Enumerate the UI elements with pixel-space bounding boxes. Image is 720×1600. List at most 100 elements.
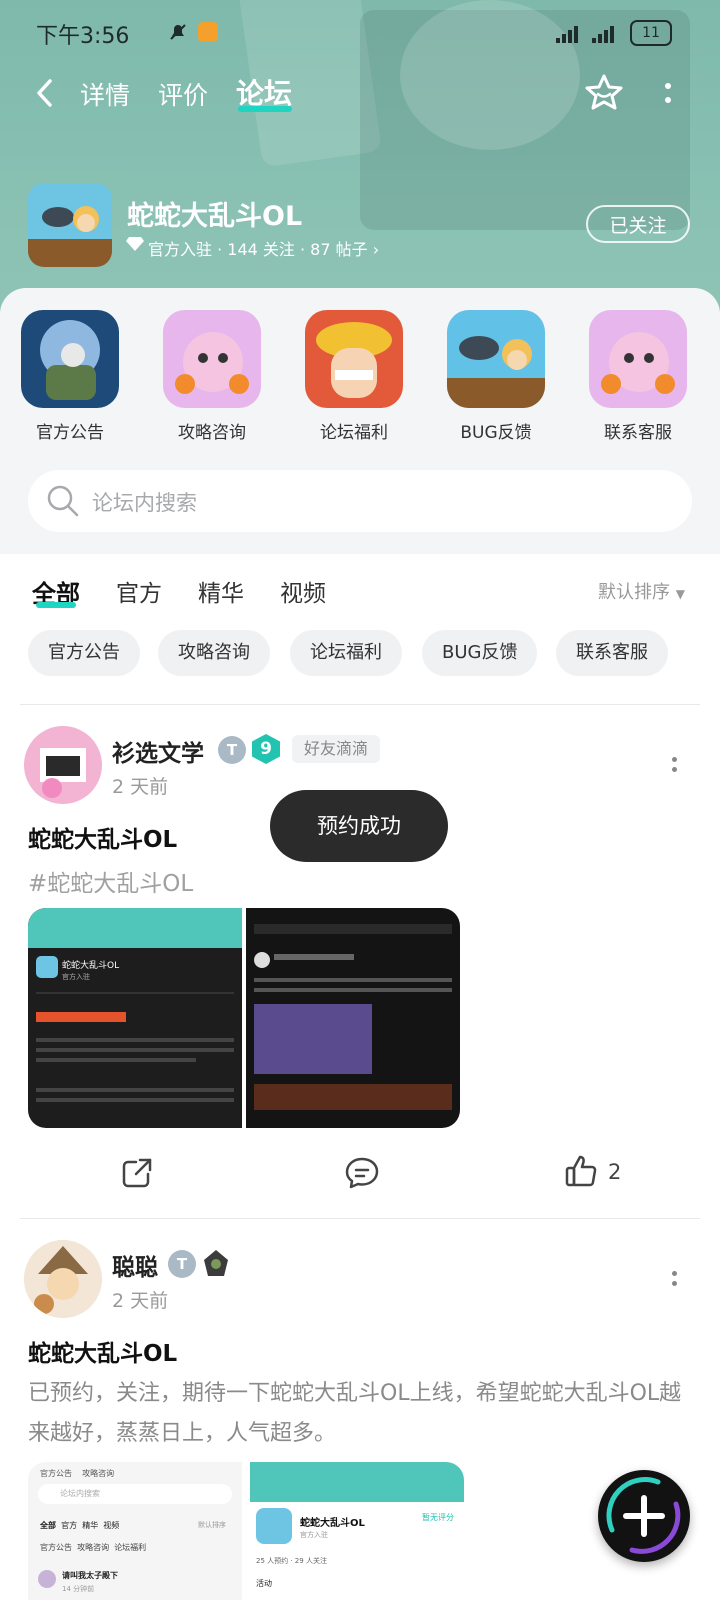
image-highlight bbox=[36, 1012, 126, 1022]
tab-details[interactable]: 详情 bbox=[80, 76, 130, 112]
search-placeholder: 论坛内搜索 bbox=[92, 491, 197, 515]
feed-tab-video[interactable]: 视频 bbox=[280, 574, 326, 608]
forum-header-banner: 下午3:56 11 详情 评价 论坛 蛇蛇大乱斗OL 官方入驻 · 144 关注… bbox=[0, 0, 720, 320]
post-time: 2 天前 bbox=[112, 1290, 169, 1312]
image-banner bbox=[28, 908, 242, 948]
category-customer-service[interactable]: 联系客服 bbox=[583, 310, 693, 443]
like-count: 2 bbox=[608, 1160, 622, 1184]
follow-button[interactable]: 已关注 bbox=[586, 205, 690, 243]
divider bbox=[20, 704, 700, 705]
post-more-icon[interactable] bbox=[672, 757, 678, 777]
image-text: 14 分钟前 bbox=[62, 1585, 95, 1593]
chip-guide[interactable]: 攻略咨询 bbox=[158, 630, 270, 676]
post-body[interactable]: 已预约，关注，期待一下蛇蛇大乱斗OL上线，希望蛇蛇大乱斗OL越来越好，蒸蒸日上，… bbox=[28, 1374, 688, 1454]
image-app-icon bbox=[256, 1508, 292, 1544]
tab-reviews[interactable]: 评价 bbox=[158, 76, 208, 112]
chevron-down-icon: ▼ bbox=[675, 587, 685, 601]
category-welfare-icon bbox=[305, 310, 403, 408]
avatar[interactable] bbox=[24, 1240, 102, 1318]
image-text: 官方入驻 bbox=[62, 973, 90, 981]
category-guide[interactable]: 攻略咨询 bbox=[157, 310, 267, 443]
forum-search-bar[interactable]: 论坛内搜索 bbox=[28, 470, 692, 532]
category-guide-icon bbox=[163, 310, 261, 408]
divider bbox=[20, 1218, 700, 1219]
share-icon[interactable] bbox=[120, 1156, 154, 1194]
mute-icon bbox=[168, 22, 188, 42]
image-avatar bbox=[38, 1570, 56, 1588]
app-icon bbox=[28, 183, 112, 267]
image-line bbox=[36, 1098, 234, 1102]
app-meta[interactable]: 官方入驻 · 144 关注 · 87 帖子 › bbox=[148, 236, 379, 260]
post-title[interactable]: 蛇蛇大乱斗OL bbox=[28, 820, 177, 854]
image-line bbox=[254, 988, 452, 992]
chip-announcement[interactable]: 官方公告 bbox=[28, 630, 140, 676]
image-screenshot bbox=[254, 1004, 372, 1074]
like-icon[interactable] bbox=[564, 1154, 598, 1192]
post-image[interactable]: 官方公告 攻略咨询 论坛内搜索 全部 官方 精华 视频 默认排序 官方公告 攻略… bbox=[28, 1462, 242, 1600]
image-line bbox=[274, 954, 354, 960]
image-line bbox=[36, 1058, 196, 1062]
post-image[interactable] bbox=[246, 908, 460, 1128]
post-image[interactable]: 蛇蛇大乱斗OL 官方入驻 暂无评分 25 人预约 · 29 人关注 活动 bbox=[250, 1462, 464, 1600]
battery-icon: 11 bbox=[630, 20, 672, 46]
chip-customer-service[interactable]: 联系客服 bbox=[556, 630, 668, 676]
feed-tab-official[interactable]: 官方 bbox=[116, 574, 162, 608]
image-line bbox=[254, 978, 452, 982]
tab-active-indicator bbox=[238, 106, 292, 112]
image-tabs bbox=[254, 924, 452, 934]
post-more-icon[interactable] bbox=[672, 1271, 678, 1291]
more-menu-icon[interactable] bbox=[664, 82, 672, 108]
post-title[interactable]: 蛇蛇大乱斗OL bbox=[28, 1334, 177, 1368]
category-bug-report[interactable]: BUG反馈 bbox=[441, 310, 551, 443]
verified-badge-icon: T bbox=[168, 1250, 196, 1278]
create-post-button[interactable] bbox=[598, 1470, 690, 1562]
image-text: 25 人预约 · 29 人关注 bbox=[256, 1557, 327, 1565]
image-app-icon bbox=[36, 956, 58, 978]
verified-badge-icon: T bbox=[218, 736, 246, 764]
category-label: 官方公告 bbox=[36, 423, 104, 443]
chip-welfare[interactable]: 论坛福利 bbox=[290, 630, 402, 676]
back-icon[interactable] bbox=[34, 78, 56, 112]
official-diamond-icon bbox=[126, 236, 144, 256]
game-badge-icon bbox=[202, 1248, 230, 1278]
comment-icon[interactable] bbox=[344, 1156, 380, 1194]
image-text: 请叫我太子殿下 bbox=[62, 1571, 118, 1580]
chip-bug-report[interactable]: BUG反馈 bbox=[422, 630, 538, 676]
feed-tab-featured[interactable]: 精华 bbox=[198, 574, 244, 608]
post-author[interactable]: 衫选文学 bbox=[112, 734, 204, 768]
app-meta-text: 官方入驻 · 144 关注 · 87 帖子 bbox=[148, 240, 368, 259]
image-text: 默认排序 bbox=[198, 1521, 226, 1529]
category-label: BUG反馈 bbox=[460, 423, 532, 443]
feed-tab-indicator bbox=[36, 602, 76, 608]
image-banner bbox=[254, 1084, 452, 1110]
image-text: 官方公告 攻略咨询 bbox=[40, 1469, 115, 1478]
image-line bbox=[36, 992, 234, 994]
category-customer-service-icon bbox=[589, 310, 687, 408]
image-avatar bbox=[254, 952, 270, 968]
signal-icon bbox=[552, 22, 622, 48]
image-text: 官方入驻 bbox=[300, 1531, 328, 1539]
post-author[interactable]: 聪聪 bbox=[112, 1248, 158, 1282]
category-label: 论坛福利 bbox=[320, 423, 388, 443]
category-bug-report-icon bbox=[447, 310, 545, 408]
image-text: 暂无评分 bbox=[422, 1513, 454, 1522]
chat-notification-icon bbox=[198, 22, 218, 42]
toast-message: 预约成功 bbox=[270, 790, 448, 862]
sort-dropdown[interactable]: 默认排序 ▼ bbox=[598, 578, 685, 604]
category-announcement-icon bbox=[21, 310, 119, 408]
image-banner bbox=[250, 1462, 464, 1502]
chevron-right-icon: › bbox=[372, 240, 380, 259]
image-text: 蛇蛇大乱斗OL bbox=[300, 1518, 365, 1529]
search-icon bbox=[46, 484, 80, 522]
avatar[interactable] bbox=[24, 726, 102, 804]
image-line bbox=[36, 1038, 234, 1042]
status-time: 下午3:56 bbox=[36, 24, 130, 49]
image-text: 全部 官方 精华 视频 bbox=[40, 1521, 120, 1530]
category-label: 联系客服 bbox=[604, 423, 672, 443]
post-topic-tag[interactable]: #蛇蛇大乱斗OL bbox=[28, 864, 193, 898]
category-announcement[interactable]: 官方公告 bbox=[15, 310, 125, 443]
category-label: 攻略咨询 bbox=[178, 423, 246, 443]
favorite-star-icon[interactable] bbox=[584, 72, 624, 116]
category-welfare[interactable]: 论坛福利 bbox=[299, 310, 409, 443]
post-image[interactable]: 蛇蛇大乱斗OL 官方入驻 bbox=[28, 908, 242, 1128]
